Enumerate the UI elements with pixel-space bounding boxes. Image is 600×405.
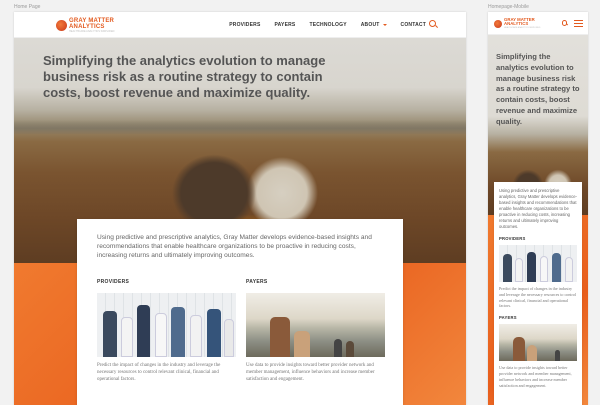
providers-column: PROVIDERS Predict the impact of changes … xyxy=(97,279,236,383)
nav-about-label: ABOUT xyxy=(360,22,380,28)
mobile-artboard: GRAY MATTER ANALYTICS HEALTHCARE ANALYTI… xyxy=(488,12,588,405)
mobile-header: GRAY MATTER ANALYTICS HEALTHCARE ANALYTI… xyxy=(488,12,588,35)
hero-treeline xyxy=(14,120,466,134)
chevron-down-icon xyxy=(382,23,387,26)
mobile-payers-title[interactable]: PAYERS xyxy=(499,315,577,320)
nav-about[interactable]: ABOUT xyxy=(361,22,387,28)
main-nav: PROVIDERS PAYERS TECHNOLOGY ABOUT CONTAC… xyxy=(229,12,426,38)
logo-tagline: HEALTHCARE ANALYTICS SIMPLIFIED xyxy=(69,30,115,33)
mobile-providers-title[interactable]: PROVIDERS xyxy=(499,236,577,241)
providers-title[interactable]: PROVIDERS xyxy=(97,279,236,285)
brain-logo-icon xyxy=(494,19,502,28)
audience-columns: PROVIDERS Predict the impact of changes … xyxy=(97,279,385,383)
logo[interactable]: GRAY MATTER ANALYTICS HEALTHCARE ANALYTI… xyxy=(56,18,114,34)
payers-photo[interactable] xyxy=(246,293,385,357)
search-icon[interactable] xyxy=(561,20,567,26)
mobile-providers-photo[interactable] xyxy=(499,245,577,282)
mobile-intro-text: Using predictive and prescriptive analyt… xyxy=(499,188,577,229)
mobile-intro-card: Using predictive and prescriptive analyt… xyxy=(494,182,582,405)
hamburger-menu-icon[interactable] xyxy=(574,20,583,27)
artboard-label-desktop: Home Page xyxy=(14,4,41,10)
nav-contact[interactable]: CONTACT xyxy=(401,22,426,28)
mobile-logo[interactable]: GRAY MATTER ANALYTICS HEALTHCARE ANALYTI… xyxy=(494,17,541,30)
site-header: GRAY MATTER ANALYTICS HEALTHCARE ANALYTI… xyxy=(14,12,466,38)
payers-title[interactable]: PAYERS xyxy=(246,279,385,285)
mobile-logo-tagline: HEALTHCARE ANALYTICS SIMPLIFIED xyxy=(504,27,541,30)
brain-logo-icon xyxy=(56,20,67,32)
nav-payers[interactable]: PAYERS xyxy=(275,22,296,28)
intro-text: Using predictive and prescriptive analyt… xyxy=(97,234,372,260)
desktop-artboard: GRAY MATTER ANALYTICS HEALTHCARE ANALYTI… xyxy=(14,12,466,405)
payers-column: PAYERS Use data to provide insights towa… xyxy=(246,279,385,383)
mobile-payers-photo[interactable] xyxy=(499,324,577,362)
hero-headline: Simplifying the analytics evolution to m… xyxy=(43,53,326,100)
nav-providers[interactable]: PROVIDERS xyxy=(229,22,260,28)
mobile-providers-text: Predict the impact of changes in the ind… xyxy=(499,286,577,309)
nav-technology[interactable]: TECHNOLOGY xyxy=(309,22,346,28)
intro-card: Using predictive and prescriptive analyt… xyxy=(77,219,403,405)
providers-photo[interactable] xyxy=(97,293,236,357)
search-icon[interactable] xyxy=(429,20,436,27)
mobile-hero-headline: Simplifying the analytics evolution to m… xyxy=(496,52,580,126)
mobile-logo-line2: ANALYTICS xyxy=(504,21,529,27)
payers-text: Use data to provide insights toward bett… xyxy=(246,363,375,382)
artboard-label-mobile: Homepage-Mobile xyxy=(488,4,529,10)
providers-text: Predict the impact of changes in the ind… xyxy=(97,363,221,382)
mobile-payers-text: Use data to provide insights toward bett… xyxy=(499,365,572,388)
